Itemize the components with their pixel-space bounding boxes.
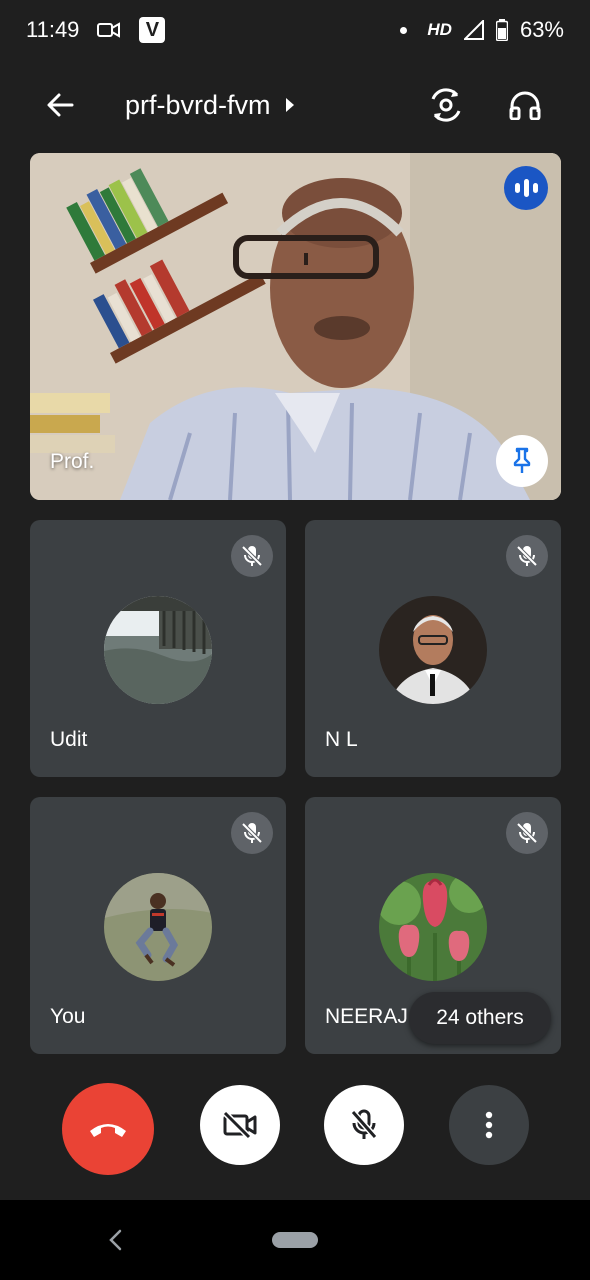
camera-toggle-button[interactable] — [200, 1085, 280, 1165]
arrow-back-icon — [47, 93, 74, 117]
participant-name: N L — [325, 728, 358, 751]
meeting-details-button[interactable]: prf-bvrd-fvm — [125, 90, 295, 121]
status-time: 11:49 — [26, 17, 80, 42]
signal-icon — [463, 20, 484, 40]
participant-name: Udit — [50, 728, 88, 751]
participant-name: NEERAJ — [325, 1005, 408, 1028]
main-speaker-tile[interactable]: Prof. — [30, 153, 561, 500]
main-speaker-name: Prof. — [50, 450, 95, 473]
pin-icon — [513, 447, 531, 473]
home-pill-icon[interactable] — [272, 1232, 318, 1248]
app-notification-badge: V — [139, 17, 166, 43]
phone-hangup-icon — [90, 1124, 126, 1137]
end-call-button[interactable] — [62, 1083, 154, 1175]
avatar — [379, 873, 487, 981]
notification-dot-icon — [400, 26, 408, 34]
speaking-indicator-icon — [504, 166, 548, 210]
mic-off-icon — [506, 812, 548, 854]
camera-off-icon — [222, 1110, 257, 1140]
mic-off-icon — [231, 535, 273, 577]
avatar — [104, 873, 212, 981]
avatar — [379, 596, 487, 704]
battery-icon — [495, 19, 508, 41]
others-count-chip[interactable]: 24 others — [409, 992, 551, 1044]
participant-tile[interactable]: Udit — [30, 520, 286, 777]
more-vert-icon — [485, 1111, 493, 1139]
video-camera-icon — [97, 21, 121, 39]
mic-toggle-button[interactable] — [324, 1085, 404, 1165]
meeting-code: prf-bvrd-fvm — [125, 89, 271, 120]
mic-off-icon — [349, 1109, 379, 1140]
audio-output-button[interactable] — [503, 83, 547, 127]
mic-off-icon — [506, 535, 548, 577]
participant-tile[interactable]: N L — [305, 520, 561, 777]
switch-camera-icon — [431, 88, 461, 122]
switch-camera-button[interactable] — [424, 83, 468, 127]
nav-back-button[interactable] — [104, 1228, 126, 1252]
mic-off-icon — [231, 812, 273, 854]
back-button[interactable] — [40, 85, 80, 125]
status-bar: 11:49 V HD 63% — [0, 0, 590, 60]
participant-name: You — [50, 1005, 86, 1028]
more-options-button[interactable] — [449, 1085, 529, 1165]
headphones-icon — [509, 91, 541, 120]
participant-tile[interactable]: You — [30, 797, 286, 1054]
battery-percent: 63% — [519, 17, 564, 42]
chevron-right-icon — [285, 98, 294, 112]
app-bar: prf-bvrd-fvm — [0, 70, 590, 140]
nav-back-icon — [109, 1229, 122, 1251]
system-nav-bar — [0, 1200, 590, 1280]
speaker-video-feed — [30, 153, 561, 500]
avatar — [104, 596, 212, 704]
network-hd-label: HD — [427, 20, 452, 39]
pin-button[interactable] — [496, 435, 548, 487]
